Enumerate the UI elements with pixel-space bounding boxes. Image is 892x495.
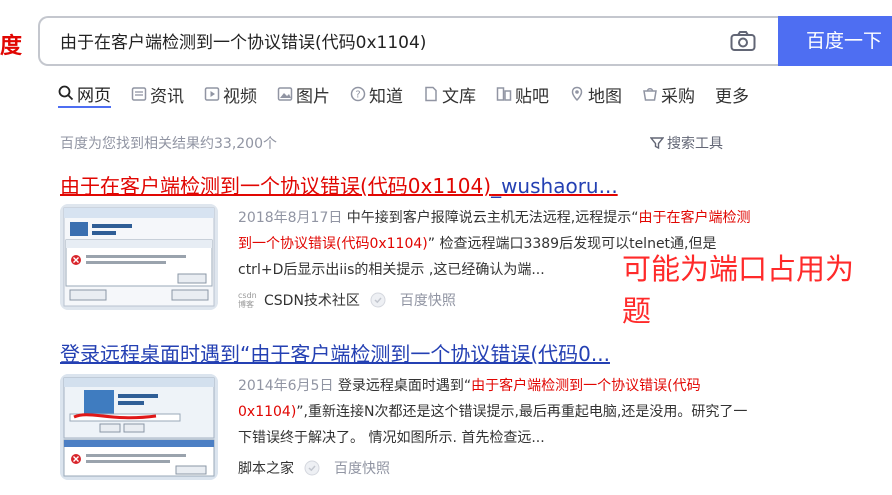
document-icon: [425, 86, 437, 102]
result-thumbnail[interactable]: [60, 204, 218, 310]
tab-tieba[interactable]: 贴吧: [496, 80, 549, 108]
result-source: 脚本之家 百度快照: [238, 458, 390, 478]
search-input[interactable]: [60, 30, 720, 50]
result-count: 百度为您找到相关结果约33,200个: [60, 136, 277, 152]
csdn-logo: csdn 博客: [238, 291, 257, 309]
result-source: csdn 博客 CSDN技术社区 百度快照: [238, 290, 456, 310]
snapshot-link[interactable]: 百度快照: [334, 458, 390, 478]
baidu-logo-fragment[interactable]: 度: [0, 28, 22, 60]
tab-more[interactable]: 更多: [715, 80, 749, 108]
shield-icon[interactable]: [304, 460, 320, 476]
tieba-icon: [496, 87, 512, 101]
news-icon: [131, 87, 147, 101]
tab-purchase[interactable]: 采购: [642, 80, 695, 108]
map-icon: [571, 86, 583, 102]
search-icon: [58, 85, 74, 101]
red-annotation: 可能为端口占用为题: [622, 252, 855, 328]
filter-icon: [650, 137, 664, 150]
tab-video[interactable]: 视频: [204, 80, 257, 108]
result-snippet: 2014年6月5日 登录远程桌面时遇到“由于客户端检测到一个协议错误(代码0x1…: [238, 378, 748, 446]
camera-icon[interactable]: [730, 30, 756, 52]
search-button[interactable]: 百度一下: [778, 16, 892, 66]
shield-icon[interactable]: [370, 292, 386, 308]
source-name[interactable]: 脚本之家: [238, 458, 294, 478]
purchase-icon: [643, 88, 657, 101]
svg-text:?: ?: [355, 90, 360, 101]
search-tools-button[interactable]: 搜索工具: [650, 133, 723, 153]
dialog-screenshot-image: [60, 374, 218, 480]
search-tabs: 网页 资讯 视频 图片 ? 知道 文库 贴吧 地图 采购 更多: [58, 80, 749, 108]
tab-images[interactable]: 图片: [277, 80, 330, 108]
snapshot-link[interactable]: 百度快照: [400, 290, 456, 310]
search-box[interactable]: [38, 16, 780, 66]
result-title-link[interactable]: 登录远程桌面时遇到“由于客户端检测到一个协议错误(代码0...: [60, 338, 610, 367]
image-icon: [277, 87, 293, 101]
tab-map[interactable]: 地图: [569, 80, 622, 108]
video-icon: [204, 87, 220, 101]
result-thumbnail[interactable]: [60, 374, 218, 480]
result-title-link[interactable]: 由于在客户端检测到一个协议错误(代码0x1104)_wushaoru...: [60, 170, 618, 199]
dialog-screenshot-image: [60, 204, 218, 310]
question-icon: ?: [350, 86, 366, 102]
tab-zhidao[interactable]: ? 知道: [350, 80, 403, 108]
tab-web[interactable]: 网页: [58, 80, 111, 108]
tab-news[interactable]: 资讯: [131, 80, 184, 108]
tab-wenku[interactable]: 文库: [423, 80, 476, 108]
source-name[interactable]: CSDN技术社区: [264, 290, 360, 310]
